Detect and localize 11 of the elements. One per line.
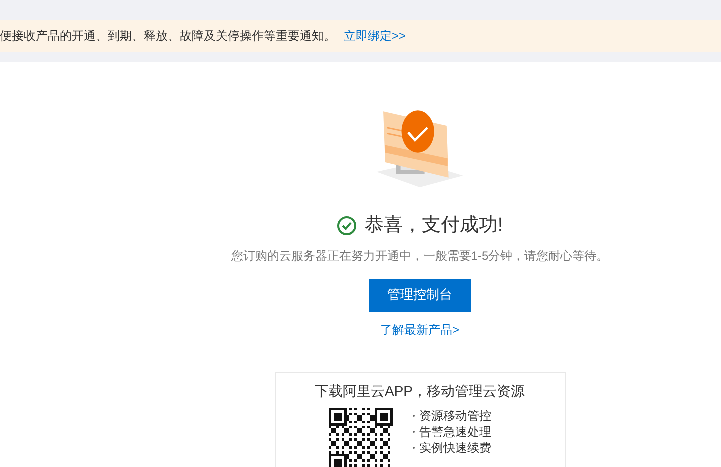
status-message: 您订购的云服务器正在努力开通中，一般需要1-5分钟，请您耐心等待。 xyxy=(231,248,609,264)
check-circle-icon xyxy=(336,216,357,236)
console-button[interactable]: 管理控制台 xyxy=(369,278,471,312)
feature-item: 资源移动管控 xyxy=(420,408,492,424)
card-title: 下载阿里云APP，移动管理云资源 xyxy=(314,382,525,400)
bind-link[interactable]: 立即绑定>> xyxy=(344,27,406,45)
feature-item: 实例快速续费 xyxy=(420,440,492,456)
feature-item: 告警急速处理 xyxy=(420,424,492,440)
notice-text: 便接收产品的开通、到期、释放、故障及关停操作等重要通知。 xyxy=(0,28,336,45)
products-link[interactable]: 了解最新产品> xyxy=(380,320,460,338)
success-title: 恭喜，支付成功! xyxy=(364,214,504,238)
